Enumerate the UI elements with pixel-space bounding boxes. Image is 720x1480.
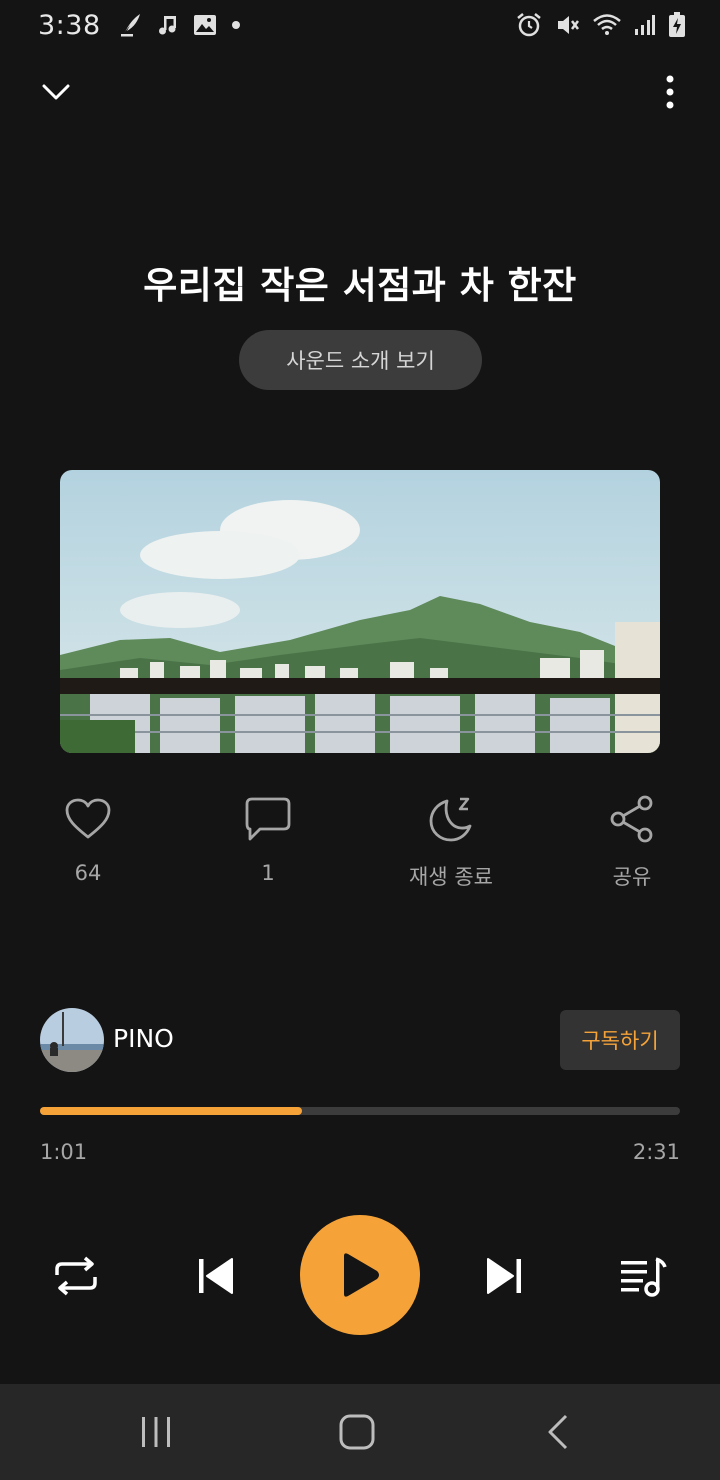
- more-vertical-icon: [666, 75, 674, 109]
- skip-previous-icon: [199, 1258, 233, 1294]
- heart-icon: [62, 793, 114, 845]
- home-button[interactable]: [327, 1408, 387, 1456]
- subscribe-button[interactable]: 구독하기: [560, 1010, 680, 1070]
- track-title: 우리집 작은 서점과 차 한잔: [143, 264, 577, 307]
- playback-controls: [0, 1215, 720, 1337]
- current-time: 1:01: [40, 1140, 88, 1164]
- next-button[interactable]: [474, 1246, 534, 1306]
- cover-image: [60, 470, 660, 753]
- sleep-timer-label: 재생 종료: [409, 865, 493, 889]
- playlist-icon: [621, 1257, 667, 1297]
- artist-avatar[interactable]: [40, 1008, 104, 1072]
- image-icon: [193, 14, 217, 36]
- comment-button[interactable]: 1: [198, 793, 338, 885]
- skip-next-icon: [487, 1258, 521, 1294]
- total-time: 2:31: [632, 1140, 680, 1164]
- status-time: 3:38: [38, 9, 101, 41]
- playlist-button[interactable]: [612, 1248, 674, 1304]
- collapse-player-button[interactable]: [30, 70, 82, 114]
- alarm-icon: [516, 12, 542, 38]
- more-options-button[interactable]: [656, 70, 684, 114]
- progress-fill: [40, 1107, 303, 1115]
- sound-intro-button[interactable]: 사운드 소개 보기: [239, 330, 482, 390]
- comment-count: 1: [261, 861, 275, 885]
- progress-bar[interactable]: [40, 1107, 680, 1115]
- play-icon: [344, 1253, 379, 1297]
- status-bar: 3:38: [0, 0, 720, 50]
- repeat-icon: [55, 1256, 97, 1296]
- home-icon: [339, 1414, 375, 1450]
- recent-apps-icon: [142, 1417, 170, 1447]
- recent-apps-button[interactable]: [126, 1408, 186, 1456]
- comment-icon: [242, 793, 294, 845]
- share-icon: [606, 793, 658, 845]
- back-chevron-icon: [548, 1414, 568, 1450]
- artist-row: PINO 구독하기: [40, 1008, 680, 1072]
- chevron-down-icon: [42, 84, 70, 100]
- dot-icon: [231, 20, 241, 30]
- music-note-icon: [157, 14, 179, 36]
- previous-button[interactable]: [186, 1246, 246, 1306]
- like-button[interactable]: 64: [18, 793, 158, 885]
- system-nav-bar: [0, 1384, 720, 1480]
- play-button[interactable]: [300, 1215, 420, 1335]
- signal-icon: [634, 13, 656, 37]
- share-button[interactable]: 공유: [562, 793, 702, 891]
- battery-charging-icon: [668, 12, 686, 38]
- like-count: 64: [74, 861, 102, 885]
- quill-notification-icon: [119, 12, 143, 38]
- wifi-icon: [592, 13, 622, 37]
- artist-name[interactable]: PINO: [113, 1024, 174, 1053]
- back-button[interactable]: [528, 1408, 588, 1456]
- action-row: 64 1 재생 종료 공유: [0, 793, 720, 893]
- vibrate-off-icon: [554, 12, 580, 38]
- player-top-bar: [0, 66, 720, 118]
- sleep-timer-button[interactable]: 재생 종료: [381, 793, 521, 891]
- moon-sleep-icon: [425, 793, 477, 845]
- share-label: 공유: [612, 865, 652, 889]
- repeat-button[interactable]: [46, 1248, 106, 1304]
